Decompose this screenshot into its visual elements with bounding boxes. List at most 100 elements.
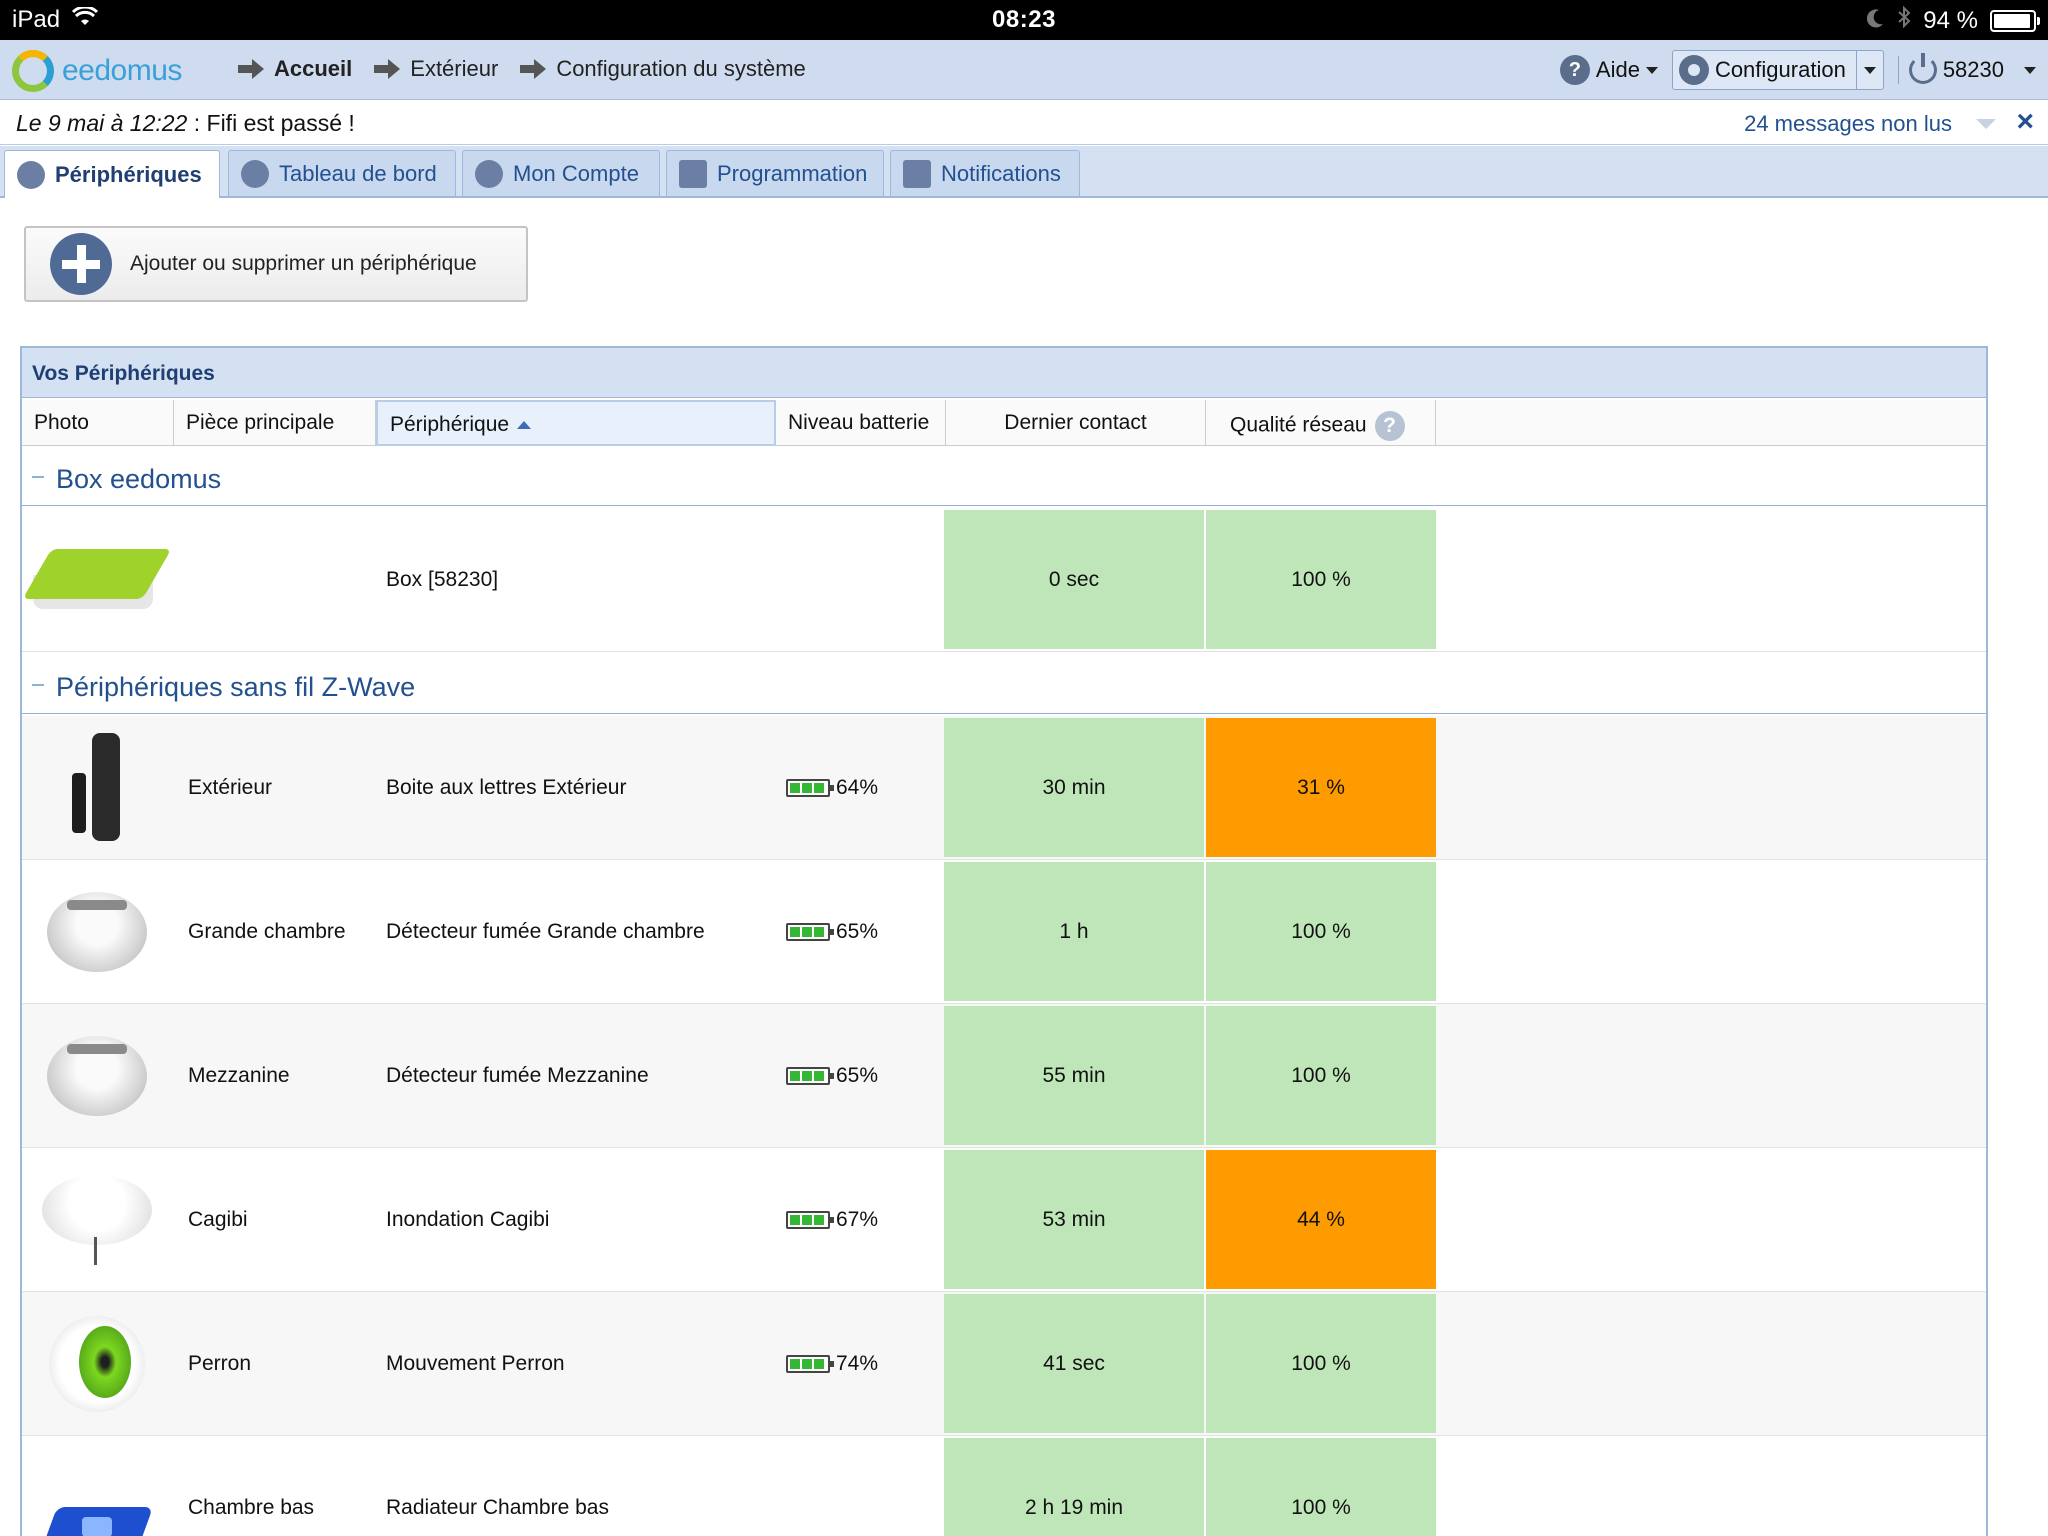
help-label: Aide bbox=[1595, 57, 1640, 82]
table-row[interactable]: Cagibi Inondation Cagibi 67% 53 min 44 % bbox=[22, 1148, 1986, 1292]
group-name: Box eedomus bbox=[56, 464, 222, 494]
column-niveau-batterie[interactable]: Niveau batterie bbox=[776, 400, 946, 446]
group-zwave[interactable]: Périphériques sans fil Z-Wave bbox=[22, 654, 1986, 714]
panel-title: Vos Périphériques bbox=[22, 348, 1986, 398]
expand-messages-icon[interactable] bbox=[1976, 119, 1996, 129]
smoke-detector-image bbox=[47, 891, 147, 972]
help-icon[interactable]: ? bbox=[1374, 411, 1405, 441]
configuration-button[interactable]: Configuration bbox=[1671, 50, 1884, 90]
battery-cell: 67% bbox=[786, 1148, 926, 1291]
table-row[interactable]: Extérieur Boite aux lettres Extérieur 64… bbox=[22, 716, 1986, 860]
device-name[interactable]: Radiateur Chambre bas bbox=[386, 1436, 786, 1536]
network-quality-cell: 100 % bbox=[1206, 510, 1436, 649]
ios-status-bar: iPad 08:23 94 % bbox=[0, 0, 2048, 40]
battery-cell: 65% bbox=[786, 860, 926, 1003]
table-row[interactable]: Box [58230] 0 sec 100 % bbox=[22, 508, 1986, 652]
breadcrumb-configuration-systeme[interactable]: Configuration du système bbox=[520, 56, 806, 82]
account-id: 58230 bbox=[1942, 57, 2004, 82]
room-cell: Grande chambre bbox=[188, 919, 346, 943]
breadcrumb: Accueil Extérieur Configuration du systè… bbox=[238, 56, 816, 82]
tab-notifications[interactable]: Notifications bbox=[890, 150, 1080, 196]
room-cell: Extérieur bbox=[188, 775, 273, 799]
motion-sensor-image bbox=[49, 1315, 145, 1412]
logo-ring-icon bbox=[12, 50, 54, 92]
column-piece-principale[interactable]: Pièce principale bbox=[174, 400, 376, 446]
configuration-dropdown[interactable] bbox=[1857, 66, 1883, 74]
user-icon bbox=[475, 159, 503, 188]
add-remove-device-button[interactable]: Ajouter ou supprimer un périphérique bbox=[24, 226, 528, 302]
device-name[interactable]: Détecteur fumée Mezzanine bbox=[386, 1004, 786, 1147]
device-name[interactable]: Détecteur fumée Grande chambre bbox=[386, 860, 786, 1003]
last-contact-cell: 55 min bbox=[944, 1006, 1204, 1145]
moon-icon bbox=[1867, 7, 1885, 35]
collapse-icon[interactable] bbox=[32, 684, 44, 686]
wand-icon bbox=[679, 159, 707, 188]
plus-circle-icon bbox=[50, 233, 112, 295]
battery-level: 65% bbox=[836, 919, 879, 943]
power-icon bbox=[1908, 53, 1937, 84]
device-photo bbox=[22, 508, 172, 651]
account-menu[interactable]: 58230 bbox=[1897, 53, 2036, 84]
heater-module-image bbox=[38, 1497, 154, 1536]
tab-peripheriques[interactable]: Périphériques bbox=[4, 150, 220, 198]
table-row[interactable]: Grande chambre Détecteur fumée Grande ch… bbox=[22, 860, 1986, 1004]
table-row[interactable]: Perron Mouvement Perron 74% 41 sec 100 % bbox=[22, 1292, 1986, 1436]
room-cell: Chambre bas bbox=[188, 1495, 315, 1519]
device-name[interactable]: Inondation Cagibi bbox=[386, 1148, 786, 1291]
last-contact-cell: 0 sec bbox=[944, 510, 1204, 649]
clock: 08:23 bbox=[992, 6, 1056, 33]
device-photo bbox=[22, 1292, 172, 1435]
table-row[interactable]: Chambre bas Radiateur Chambre bas 2 h 19… bbox=[22, 1436, 1986, 1536]
last-contact-cell: 30 min bbox=[944, 718, 1204, 857]
breadcrumb-exterieur[interactable]: Extérieur bbox=[374, 56, 498, 82]
network-quality-cell: 100 % bbox=[1206, 1438, 1436, 1536]
room-cell bbox=[188, 508, 378, 651]
battery-cell: 65% bbox=[786, 1004, 926, 1147]
configuration-label: Configuration bbox=[1714, 57, 1846, 82]
tab-tableau-de-bord[interactable]: Tableau de bord bbox=[228, 150, 456, 196]
bluetooth-icon bbox=[1897, 5, 1911, 35]
chevron-down-icon bbox=[2024, 66, 2036, 74]
collapse-icon[interactable] bbox=[32, 476, 44, 478]
device-photo bbox=[22, 860, 172, 1003]
network-quality-cell: 100 % bbox=[1206, 1006, 1436, 1145]
breadcrumb-accueil[interactable]: Accueil bbox=[238, 56, 352, 82]
help-menu[interactable]: ? Aide bbox=[1559, 55, 1658, 85]
room-cell: Cagibi bbox=[188, 1207, 248, 1231]
network-quality-cell: 100 % bbox=[1206, 1294, 1436, 1433]
arrow-right-icon bbox=[520, 59, 548, 79]
column-qualite-reseau[interactable]: Qualité réseau? bbox=[1206, 400, 1436, 446]
tab-programmation[interactable]: Programmation bbox=[666, 150, 884, 196]
room-cell: Mezzanine bbox=[188, 1063, 290, 1087]
latest-message[interactable]: Le 9 mai à 12:22 : Fifi est passé ! bbox=[16, 110, 355, 137]
chevron-down-icon bbox=[1645, 66, 1658, 74]
table-row[interactable]: Mezzanine Détecteur fumée Mezzanine 65% … bbox=[22, 1004, 1986, 1148]
battery-level: 67% bbox=[836, 1207, 879, 1231]
last-contact-cell: 53 min bbox=[944, 1150, 1204, 1289]
device-photo bbox=[22, 1148, 172, 1291]
column-dernier-contact[interactable]: Dernier contact bbox=[946, 400, 1206, 446]
eedomus-box-image bbox=[22, 545, 172, 615]
unread-messages-link[interactable]: 24 messages non lus bbox=[1744, 111, 1952, 137]
device-photo bbox=[22, 1436, 172, 1536]
main-tabs: Périphériques Tableau de bord Mon Compte… bbox=[0, 146, 2048, 198]
device-name[interactable]: Boite aux lettres Extérieur bbox=[386, 716, 786, 859]
last-contact-cell: 2 h 19 min bbox=[944, 1438, 1204, 1536]
close-icon[interactable]: × bbox=[2016, 105, 2034, 139]
last-contact-cell: 1 h bbox=[944, 862, 1204, 1001]
column-photo[interactable]: Photo bbox=[22, 400, 174, 446]
device-name[interactable]: Mouvement Perron bbox=[386, 1292, 786, 1435]
group-box-eedomus[interactable]: Box eedomus bbox=[22, 446, 1986, 506]
column-peripherique[interactable]: Périphérique bbox=[376, 400, 776, 446]
battery-icon bbox=[786, 1210, 834, 1229]
tab-mon-compte[interactable]: Mon Compte bbox=[462, 150, 660, 196]
battery-icon bbox=[786, 922, 834, 941]
sort-ascending-icon bbox=[517, 421, 532, 430]
device-name[interactable]: Box [58230] bbox=[386, 508, 786, 651]
arrow-right-icon bbox=[238, 59, 266, 79]
group-name: Périphériques sans fil Z-Wave bbox=[56, 672, 416, 702]
gear-icon bbox=[1678, 55, 1709, 85]
eedomus-logo[interactable]: eedomus bbox=[12, 50, 182, 92]
battery-cell: 74% bbox=[786, 1292, 926, 1435]
dashboard-icon bbox=[241, 159, 269, 188]
